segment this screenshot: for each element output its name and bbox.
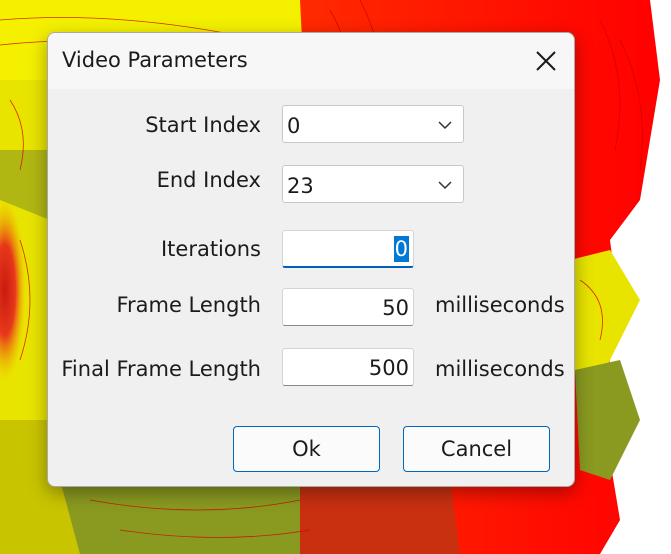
end-index-label: End Index: [156, 168, 261, 192]
chevron-down-icon: [438, 181, 452, 190]
end-index-select[interactable]: 23: [282, 165, 464, 203]
ok-button[interactable]: Ok: [233, 426, 380, 472]
start-index-label: Start Index: [145, 113, 261, 137]
start-index-select[interactable]: 0: [282, 105, 464, 143]
iterations-label: Iterations: [160, 237, 261, 261]
final-frame-length-value: 500: [368, 356, 409, 380]
iterations-value: 0: [393, 236, 409, 262]
frame-length-label: Frame Length: [116, 293, 261, 317]
frame-length-unit: milliseconds: [435, 293, 565, 317]
end-index-value: 23: [287, 174, 314, 198]
close-icon: [536, 51, 556, 71]
frame-length-value: 50: [382, 296, 409, 320]
start-index-value: 0: [287, 114, 301, 138]
final-frame-length-input[interactable]: 500: [282, 348, 414, 386]
dialog-title: Video Parameters: [62, 48, 248, 72]
final-frame-length-unit: milliseconds: [435, 357, 565, 381]
dialog-titlebar: Video Parameters: [48, 33, 574, 89]
iterations-input[interactable]: 0: [282, 230, 414, 268]
cancel-button[interactable]: Cancel: [403, 426, 550, 472]
final-frame-length-label: Final Frame Length: [61, 357, 261, 381]
video-parameters-dialog: Video Parameters Start Index 0 End Index…: [47, 32, 575, 487]
frame-length-input[interactable]: 50: [282, 288, 414, 326]
chevron-down-icon: [438, 121, 452, 130]
close-button[interactable]: [518, 33, 574, 89]
